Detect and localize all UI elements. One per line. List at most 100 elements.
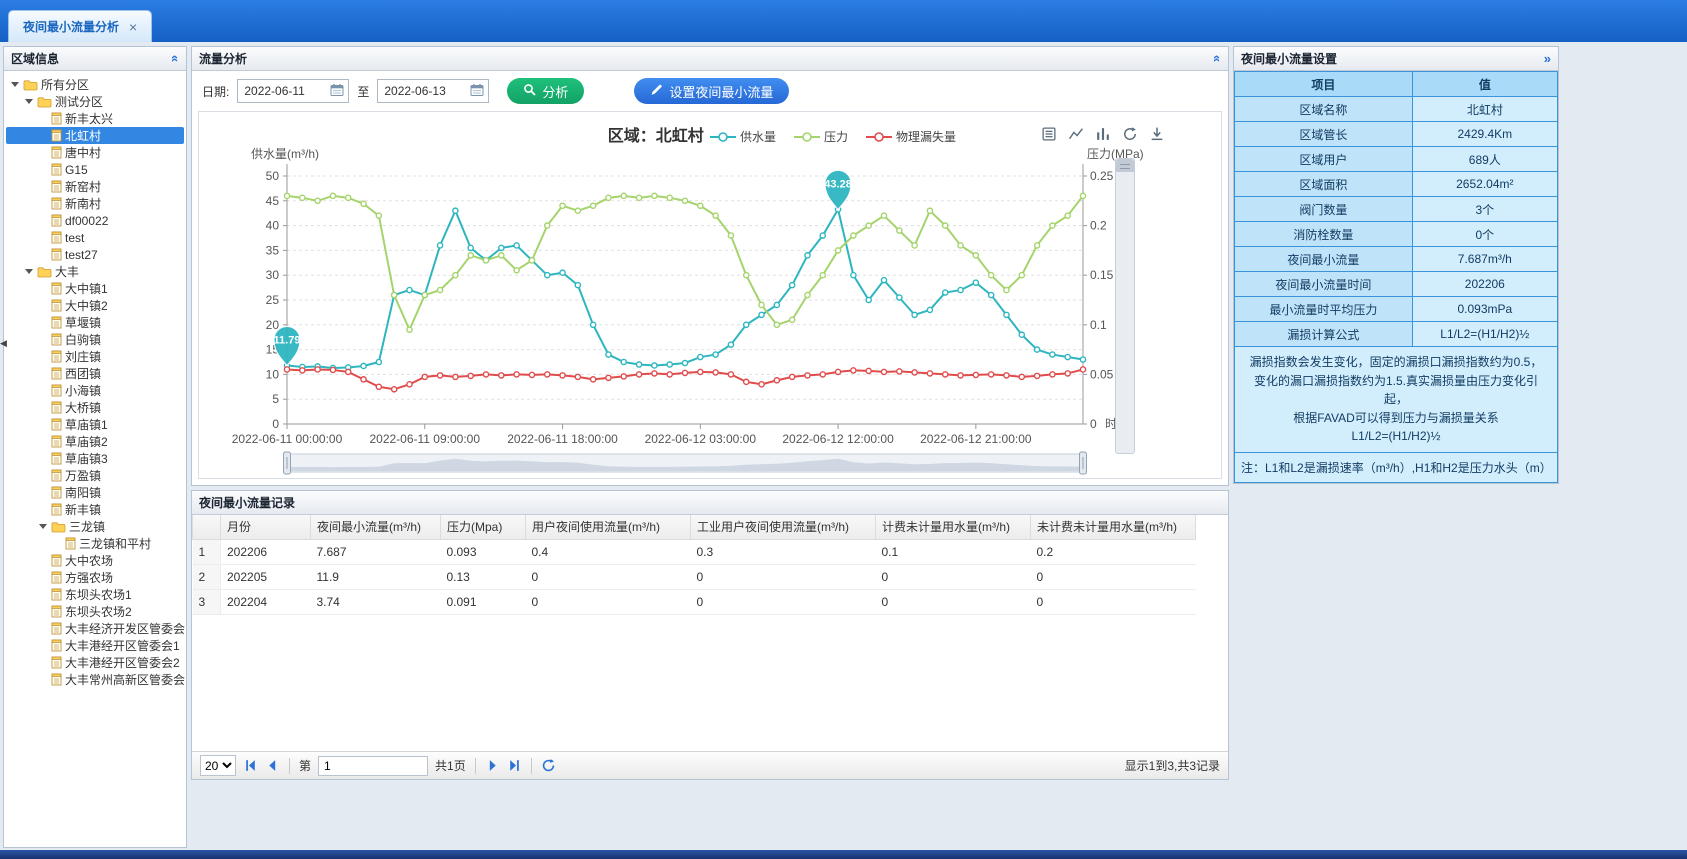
tree-node-所有分区[interactable]: 所有分区 [6, 76, 184, 93]
tree-node-东坝头农场1[interactable]: 东坝头农场1 [6, 586, 184, 603]
svg-text:0.1: 0.1 [1090, 318, 1107, 332]
tree-node-草庙镇3[interactable]: 草庙镇3 [6, 450, 184, 467]
svg-text:2022-06-11 18:00:00: 2022-06-11 18:00:00 [507, 432, 618, 446]
document-icon [51, 418, 62, 431]
expand-arrow-icon[interactable] [24, 267, 34, 277]
y-zoom-slider[interactable] [1115, 158, 1135, 454]
tree-node-草堰镇[interactable]: 草堰镇 [6, 314, 184, 331]
tree-node-刘庄镇[interactable]: 刘庄镇 [6, 348, 184, 365]
tab-night-min-flow-analysis[interactable]: 夜间最小流量分析 × [8, 10, 152, 42]
tree-node-测试分区[interactable]: 测试分区 [6, 93, 184, 110]
refresh-icon[interactable] [541, 758, 556, 773]
tree-node-大丰常州高新区管委会[interactable]: 大丰常州高新区管委会 [6, 671, 184, 688]
tree-node-label: 北虹村 [65, 127, 101, 144]
tree-node-大桥镇[interactable]: 大桥镇 [6, 399, 184, 416]
collapse-up-icon[interactable]: « [168, 55, 183, 62]
total-pages-label: 共1页 [435, 757, 466, 774]
collapse-up-icon[interactable]: « [1210, 55, 1225, 62]
center-column: 流量分析 « 日期: 2022-06-11 至 2022-06-13 [191, 46, 1229, 848]
prev-page-button[interactable] [265, 758, 280, 773]
tree-node-大丰[interactable]: 大丰 [6, 263, 184, 280]
records-cell: 0.093 [441, 539, 526, 564]
folder-icon [23, 79, 38, 91]
analyze-button[interactable]: 分析 [507, 78, 584, 104]
set-night-min-flow-button[interactable]: 设置夜间最小流量 [634, 78, 789, 104]
first-page-button[interactable] [243, 758, 258, 773]
records-row[interactable]: 220220511.90.130000 [193, 564, 1196, 589]
tree-node-南阳镇[interactable]: 南阳镇 [6, 484, 184, 501]
calendar-icon[interactable] [470, 83, 484, 99]
tree-node-df00022[interactable]: df00022 [6, 212, 184, 229]
settings-label: 漏损计算公式 [1235, 322, 1413, 347]
tree-node-新南村[interactable]: 新南村 [6, 195, 184, 212]
records-cell: 0 [1031, 564, 1196, 589]
x-zoom-slider[interactable] [287, 454, 1083, 472]
date-from-input[interactable]: 2022-06-11 [237, 79, 349, 103]
tree-node-西团镇[interactable]: 西团镇 [6, 365, 184, 382]
tree-node-大丰港经开区管委会2[interactable]: 大丰港经开区管委会2 [6, 654, 184, 671]
settings-value: 7.687m³/h [1412, 247, 1557, 272]
tree-node-草庙镇1[interactable]: 草庙镇1 [6, 416, 184, 433]
tree-node-label: 东坝头农场1 [65, 586, 132, 603]
row-index: 2 [193, 564, 221, 589]
set-button-label: 设置夜间最小流量 [669, 82, 773, 101]
expand-arrow-icon[interactable] [38, 522, 48, 532]
document-icon [51, 605, 62, 618]
tree-node-test27[interactable]: test27 [6, 246, 184, 263]
sidebar-collapse-handle[interactable]: ◀ [0, 338, 7, 349]
tree-node-大丰港经开区管委会1[interactable]: 大丰港经开区管委会1 [6, 637, 184, 654]
pagination-summary: 显示1到3,共3记录 [1125, 757, 1220, 774]
svg-text:0: 0 [1090, 417, 1097, 431]
settings-table: 项目 值 区域名称北虹村区域管长2429.4Km区域用户689人区域面积2652… [1234, 71, 1558, 347]
page-size-select[interactable]: 20 [200, 755, 236, 776]
tree-node-东坝头农场2[interactable]: 东坝头农场2 [6, 603, 184, 620]
tree-node-新丰太兴[interactable]: 新丰太兴 [6, 110, 184, 127]
records-col-index [193, 515, 221, 539]
tree-node-大中镇1[interactable]: 大中镇1 [6, 280, 184, 297]
tree-node-新窑村[interactable]: 新窑村 [6, 178, 184, 195]
last-page-button[interactable] [507, 758, 522, 773]
night-min-flow-records-panel: 夜间最小流量记录 月份夜间最小流量(m³/h)压力(Mpa)用户夜间使用流量(m… [191, 490, 1229, 780]
tree-node-北虹村[interactable]: 北虹村 [6, 127, 184, 144]
tree-node-万盈镇[interactable]: 万盈镇 [6, 467, 184, 484]
tree-node-大中镇2[interactable]: 大中镇2 [6, 297, 184, 314]
tree-node-三龙镇[interactable]: 三龙镇 [6, 518, 184, 535]
row-index: 3 [193, 589, 221, 614]
settings-row: 区域管长2429.4Km [1235, 122, 1558, 147]
tree-node-大丰经济开发区管委会[interactable]: 大丰经济开发区管委会 [6, 620, 184, 637]
document-icon [51, 571, 62, 584]
date-to-input[interactable]: 2022-06-13 [377, 79, 489, 103]
leak-description: 漏损指数会发生变化，固定的漏损口漏损指数约为0.5， 变化的漏口漏损指数约为1.… [1234, 347, 1558, 453]
tab-close-icon[interactable]: × [129, 19, 137, 35]
expand-arrow-icon[interactable] [10, 80, 20, 90]
tree-node-label: test [65, 231, 84, 245]
tree-node-test[interactable]: test [6, 229, 184, 246]
tree-node-方强农场[interactable]: 方强农场 [6, 569, 184, 586]
top-tab-bar: 夜间最小流量分析 × [0, 0, 1687, 42]
tree-node-label: 大丰常州高新区管委会 [65, 671, 185, 688]
records-cell: 0 [691, 589, 876, 614]
expand-right-icon[interactable]: » [1544, 51, 1551, 66]
svg-text:20: 20 [266, 318, 280, 332]
tree-node-草庙镇2[interactable]: 草庙镇2 [6, 433, 184, 450]
tree-node-小海镇[interactable]: 小海镇 [6, 382, 184, 399]
svg-text:0.25: 0.25 [1090, 169, 1114, 183]
calendar-icon[interactable] [330, 83, 344, 99]
tree-node-新丰镇[interactable]: 新丰镇 [6, 501, 184, 518]
records-column-header: 压力(Mpa) [441, 515, 526, 539]
tree-node-唐中村[interactable]: 唐中村 [6, 144, 184, 161]
folder-icon [37, 96, 52, 108]
next-page-button[interactable] [485, 758, 500, 773]
tree-node-大中农场[interactable]: 大中农场 [6, 552, 184, 569]
page-number-input[interactable] [318, 756, 428, 776]
tree-node-白驹镇[interactable]: 白驹镇 [6, 331, 184, 348]
records-row[interactable]: 12022067.6870.0930.40.30.10.2 [193, 539, 1196, 564]
y-zoom-handle[interactable] [1116, 159, 1134, 172]
expand-arrow-icon[interactable] [24, 97, 34, 107]
settings-label: 区域用户 [1235, 147, 1413, 172]
night-min-flow-settings-panel: 夜间最小流量设置 » 项目 值 区域名称北虹村区域管长2429.4Km区域用户6… [1233, 46, 1559, 484]
tree-node-G15[interactable]: G15 [6, 161, 184, 178]
tree-node-三龙镇和平村[interactable]: 三龙镇和平村 [6, 535, 184, 552]
tree-node-label: G15 [65, 163, 88, 177]
records-row[interactable]: 32022043.740.0910000 [193, 589, 1196, 614]
